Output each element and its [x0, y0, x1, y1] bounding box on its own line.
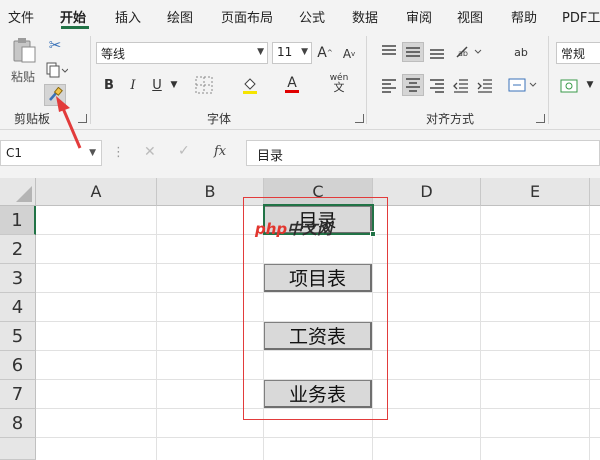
annotation-arrow-icon: [56, 96, 82, 149]
